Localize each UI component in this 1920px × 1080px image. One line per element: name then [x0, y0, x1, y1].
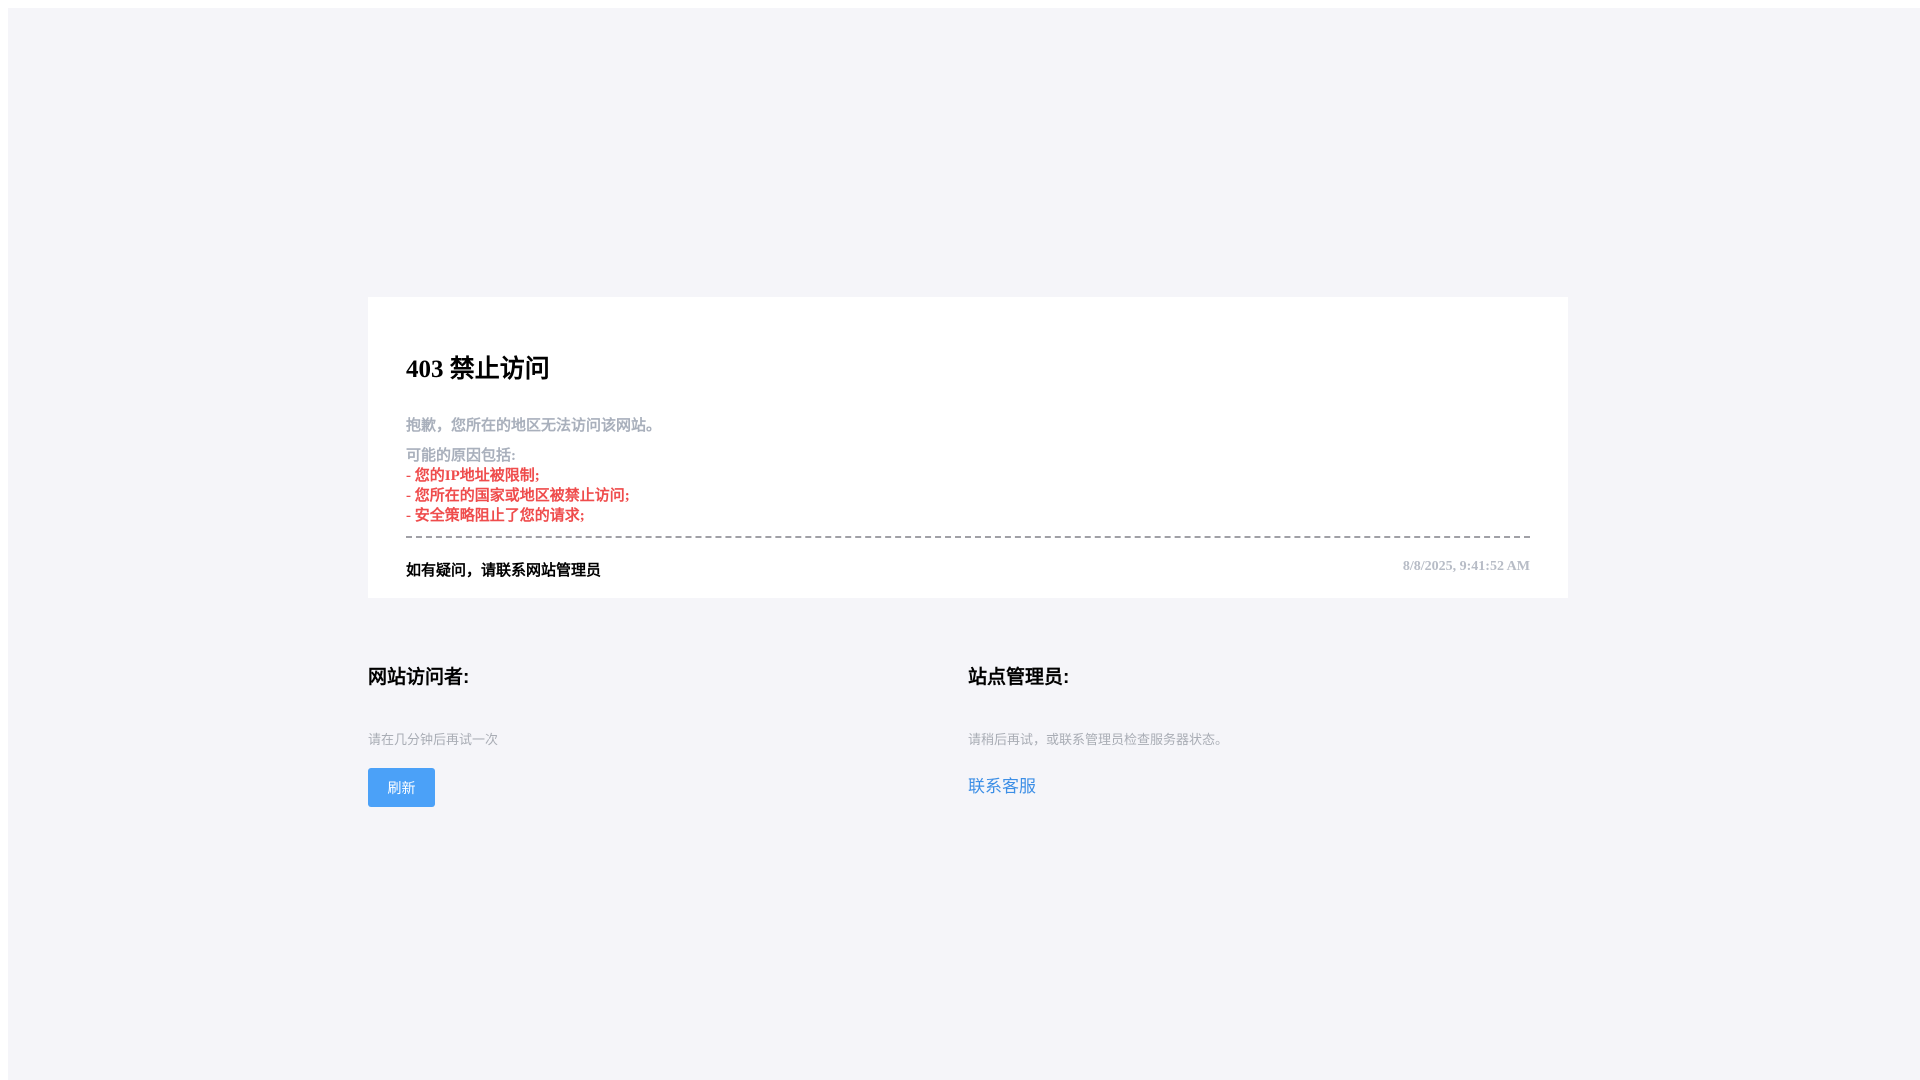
refresh-button[interactable]: 刷新 — [368, 768, 435, 807]
admin-description: 请稍后再试，或联系管理员检查服务器状态。 — [968, 732, 1229, 747]
contact-support-link[interactable]: 联系客服 — [968, 772, 1036, 797]
dashed-divider — [406, 536, 1530, 538]
timestamp: 8/8/2025, 9:41:52 AM — [1402, 559, 1530, 574]
page-background: 403 禁止访问 抱歉，您所在的地区无法访问该网站。 可能的原因包括: - 您的… — [8, 8, 1920, 1080]
reasons-list: 可能的原因包括: - 您的IP地址被限制; - 您所在的国家或地区被禁止访问; … — [406, 446, 630, 526]
error-card: 403 禁止访问 抱歉，您所在的地区无法访问该网站。 可能的原因包括: - 您的… — [368, 297, 1568, 598]
visitor-title: 网站访问者: — [368, 667, 470, 688]
admin-section: 站点管理员: 请稍后再试，或联系管理员检查服务器状态。 联系客服 — [968, 662, 1528, 796]
admin-title: 站点管理员: — [968, 667, 1070, 688]
visitor-section: 网站访问者: 请在几分钟后再试一次 刷新 — [368, 662, 928, 807]
visitor-description: 请在几分钟后再试一次 — [368, 732, 499, 747]
error-message: 抱歉，您所在的地区无法访问该网站。 — [406, 418, 662, 434]
reason-item: - 您所在的国家或地区被禁止访问; — [406, 488, 630, 504]
reason-item: - 您的IP地址被限制; — [406, 468, 540, 484]
reasons-heading: 可能的原因包括: — [406, 448, 516, 464]
error-title: 403 禁止访问 — [406, 356, 550, 383]
contact-note: 如有疑问，请联系网站管理员 — [406, 563, 602, 579]
reason-item: - 安全策略阻止了您的请求; — [406, 508, 585, 524]
